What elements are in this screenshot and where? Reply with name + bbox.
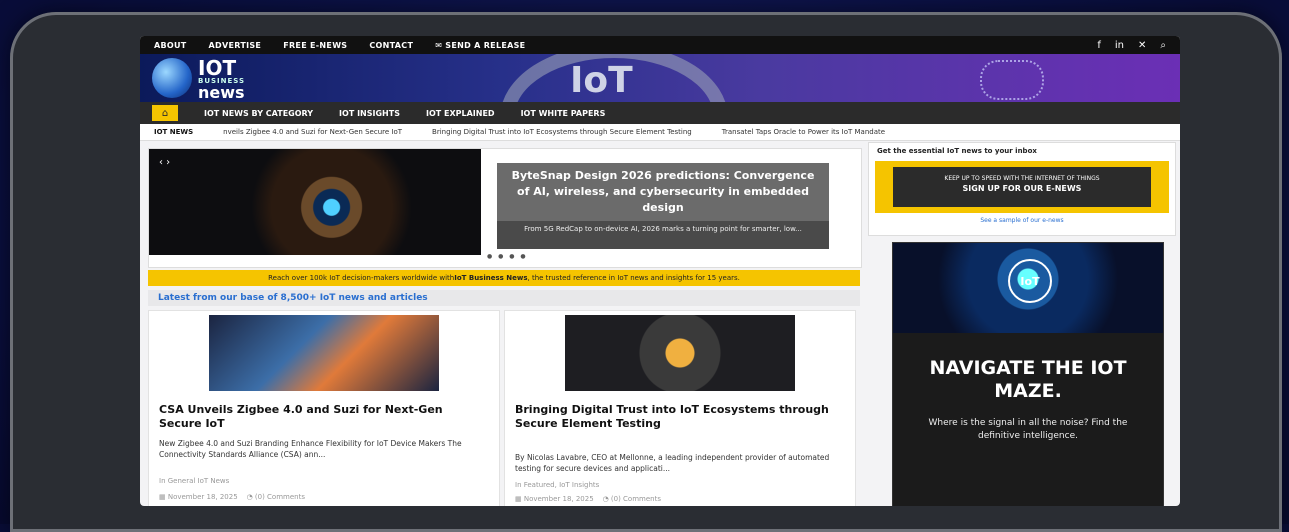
- main-nav: ⌂ IOT NEWS BY CATEGORY IOT INSIGHTS IOT …: [140, 102, 1180, 124]
- signup-line2: SIGN UP FOR OUR E-NEWS: [962, 184, 1082, 193]
- browser-screen: ABOUT ADVERTISE FREE E-NEWS CONTACT ✉ SE…: [140, 36, 1180, 506]
- slider-arrows-icon[interactable]: ‹ ›: [159, 157, 170, 168]
- linkedin-icon[interactable]: in: [1115, 40, 1124, 51]
- featured-slider: ‹ › ByteSnap Design 2026 predictions: Co…: [148, 148, 862, 268]
- article-category[interactable]: In Featured, IoT Insights: [515, 481, 599, 489]
- ticker-item[interactable]: Bringing Digital Trust into IoT Ecosyste…: [432, 128, 692, 136]
- site-logo[interactable]: IOT BUSINESS news: [198, 58, 245, 101]
- newsletter-signup-banner[interactable]: KEEP UP TO SPEED WITH THE INTERNET OF TH…: [875, 161, 1169, 213]
- comment-icon: ◔: [602, 495, 611, 503]
- article-title[interactable]: Bringing Digital Trust into IoT Ecosyste…: [515, 403, 845, 432]
- signup-inner: KEEP UP TO SPEED WITH THE INTERNET OF TH…: [893, 167, 1151, 207]
- x-icon[interactable]: ✕: [1138, 40, 1146, 51]
- top-link-about[interactable]: ABOUT: [154, 41, 187, 50]
- promo-text-after: , the trusted reference in IoT news and …: [527, 274, 740, 282]
- facebook-icon[interactable]: f: [1097, 40, 1101, 51]
- signup-line1: KEEP UP TO SPEED WITH THE INTERNET OF TH…: [944, 175, 1100, 182]
- top-link-send-release[interactable]: ✉ SEND A RELEASE: [435, 41, 525, 50]
- logo-line1: IOT: [198, 56, 237, 80]
- calendar-icon: ▦: [515, 495, 524, 503]
- article-date: November 18, 2025: [167, 493, 238, 501]
- top-link-contact[interactable]: CONTACT: [369, 41, 413, 50]
- article-category[interactable]: In General IoT News: [159, 477, 229, 485]
- article-card[interactable]: Bringing Digital Trust into IoT Ecosyste…: [504, 310, 856, 506]
- ad-title: NAVIGATE THE IOT MAZE.: [929, 357, 1127, 402]
- top-link-free-enews[interactable]: FREE E-NEWS: [283, 41, 347, 50]
- article-comments[interactable]: (0) Comments: [611, 495, 661, 503]
- ad-text: Where is the signal in all the noise? Fi…: [928, 417, 1128, 442]
- ticker-item[interactable]: nveils Zigbee 4.0 and Suzi for Next-Gen …: [223, 128, 402, 136]
- article-card[interactable]: CSA Unveils Zigbee 4.0 and Suzi for Next…: [148, 310, 500, 506]
- article-excerpt: By Nicolas Lavabre, CEO at Mellonne, a l…: [515, 453, 830, 473]
- iot-badge-icon: IoT: [1008, 259, 1052, 303]
- social-links: f in ✕ ⌕: [1097, 40, 1166, 51]
- featured-excerpt: From 5G RedCap to on-device AI, 2026 mar…: [497, 221, 829, 249]
- nav-item-white-papers[interactable]: IOT WHITE PAPERS: [521, 109, 606, 118]
- main-content: ‹ › ByteSnap Design 2026 predictions: Co…: [140, 142, 1180, 506]
- globe-logo-icon[interactable]: [152, 58, 192, 98]
- slider-dots[interactable]: ● ● ● ●: [487, 253, 528, 260]
- article-excerpt: New Zigbee 4.0 and Suzi Branding Enhance…: [159, 439, 462, 459]
- promo-text-before: Reach over 100k IoT decision-makers worl…: [268, 274, 455, 282]
- banner-iot-graphic: IoT: [570, 60, 633, 101]
- nav-item-news-by-category[interactable]: IOT NEWS BY CATEGORY: [204, 109, 313, 118]
- nav-item-explained[interactable]: IOT EXPLAINED: [426, 109, 495, 118]
- nav-item-insights[interactable]: IOT INSIGHTS: [339, 109, 400, 118]
- ticker-item[interactable]: Transatel Taps Oracle to Power its IoT M…: [722, 128, 885, 136]
- article-meta: ▦ November 18, 2025 ◔ (0) Comments: [159, 493, 305, 501]
- promo-bar: Reach over 100k IoT decision-makers worl…: [148, 270, 860, 286]
- article-meta: ▦ November 18, 2025 ◔ (0) Comments: [515, 495, 661, 503]
- article-title[interactable]: CSA Unveils Zigbee 4.0 and Suzi for Next…: [159, 403, 489, 432]
- send-icon: ✉: [435, 40, 446, 50]
- sample-link[interactable]: See a sample of our e-news: [869, 215, 1175, 224]
- header-banner: IOT BUSINESS news IoT: [140, 54, 1180, 102]
- search-icon[interactable]: ⌕: [1160, 40, 1166, 51]
- article-thumbnail[interactable]: [209, 315, 439, 391]
- calendar-icon: ▦: [159, 493, 168, 501]
- network-node-icon: [980, 60, 1044, 100]
- article-comments[interactable]: (0) Comments: [255, 493, 305, 501]
- top-bar: ABOUT ADVERTISE FREE E-NEWS CONTACT ✉ SE…: [140, 36, 1180, 54]
- article-thumbnail[interactable]: [565, 315, 795, 391]
- article-date: November 18, 2025: [523, 495, 594, 503]
- featured-image[interactable]: [149, 149, 481, 255]
- tablet-frame: ABOUT ADVERTISE FREE E-NEWS CONTACT ✉ SE…: [10, 12, 1282, 532]
- logo-line3: news: [198, 83, 245, 102]
- ticker-label: IOT NEWS: [154, 128, 194, 136]
- sidebar-ad[interactable]: IoT NAVIGATE THE IOT MAZE. Where is the …: [892, 242, 1164, 506]
- newsletter-heading: Get the essential IoT news to your inbox: [877, 147, 1037, 155]
- ad-artwork: IoT: [893, 243, 1163, 333]
- promo-text-bold: IoT Business News: [454, 274, 528, 282]
- send-release-label: SEND A RELEASE: [445, 40, 526, 50]
- comment-icon: ◔: [246, 493, 255, 501]
- home-icon[interactable]: ⌂: [152, 105, 178, 121]
- featured-title[interactable]: ByteSnap Design 2026 predictions: Conver…: [497, 163, 829, 221]
- latest-heading: Latest from our base of 8,500+ IoT news …: [148, 290, 860, 306]
- newsletter-widget: Get the essential IoT news to your inbox…: [868, 142, 1176, 236]
- news-ticker: IOT NEWS nveils Zigbee 4.0 and Suzi for …: [140, 124, 1180, 141]
- top-link-advertise[interactable]: ADVERTISE: [209, 41, 262, 50]
